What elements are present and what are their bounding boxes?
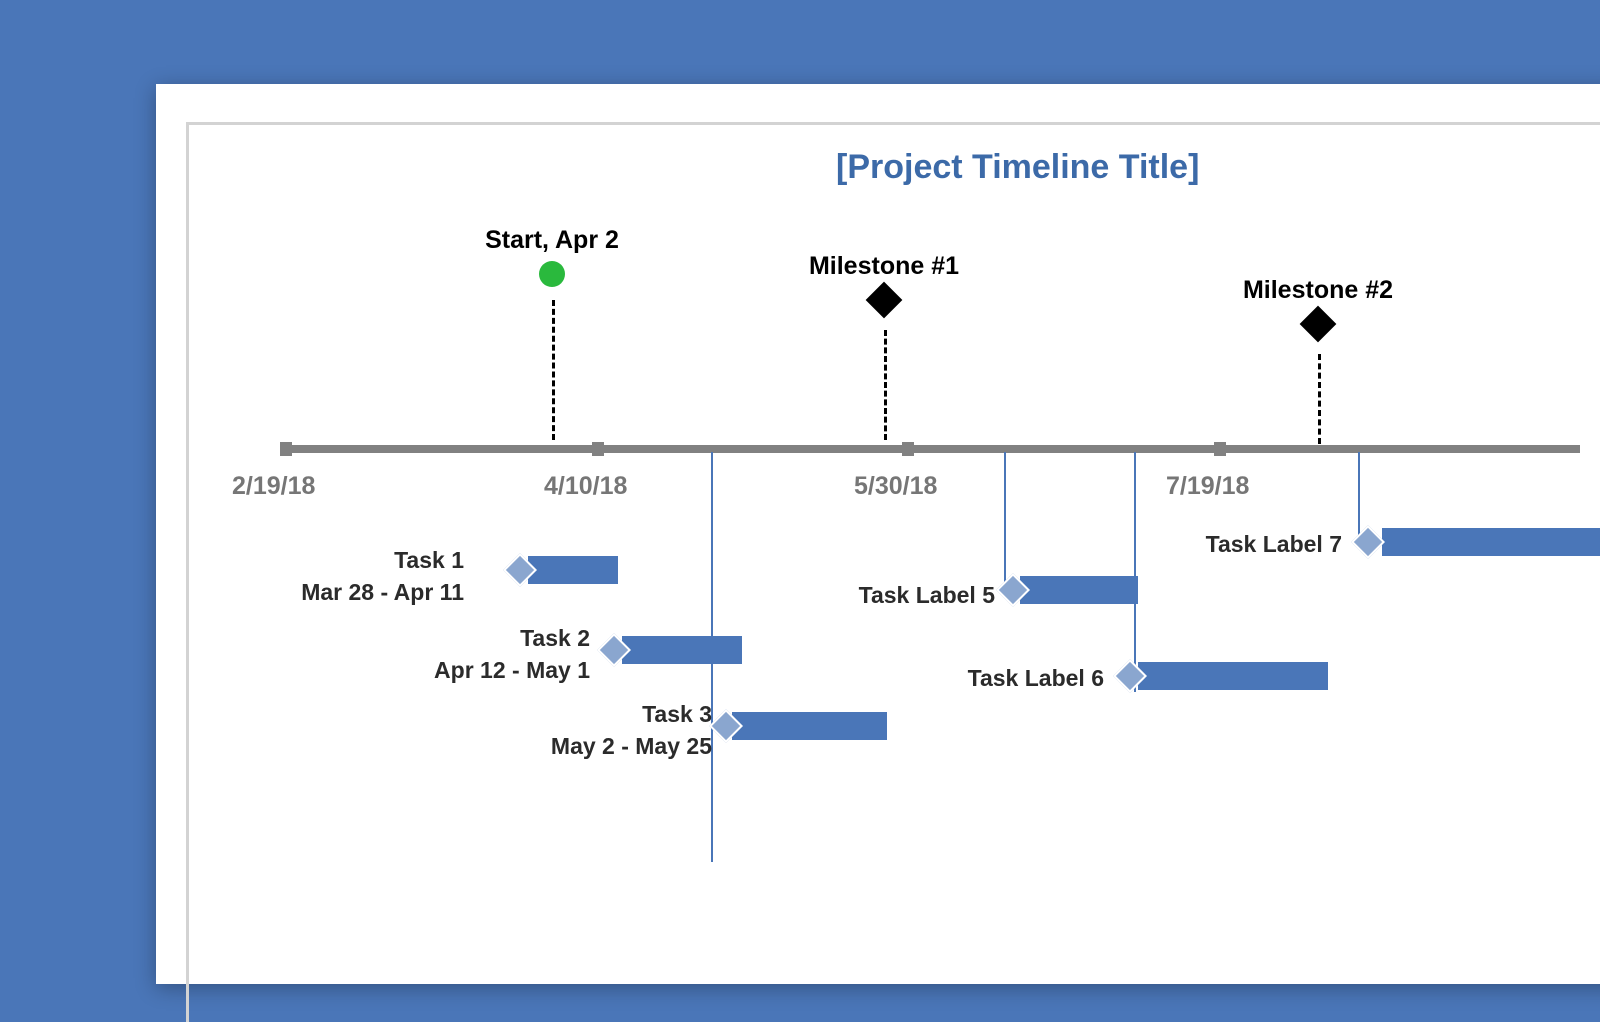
axis-tick-label: 2/19/18 (232, 472, 315, 501)
task-bar (528, 556, 618, 584)
task-bar (732, 712, 887, 740)
task-range: Mar 28 - Apr 11 (301, 576, 464, 608)
chart-area: [Project Timeline Title] 2/19/18 4/10/18 5… (156, 84, 1600, 984)
task-label: Task 2Apr 12 - May 1 (434, 622, 590, 686)
task-label: Task Label 6 (968, 662, 1104, 694)
axis-tick-label: 4/10/18 (544, 472, 627, 501)
task-name: Task 1 (301, 544, 464, 576)
chart-title: [Project Timeline Title] (836, 148, 1199, 187)
task-name: Task Label 5 (859, 579, 995, 611)
task-bar (1382, 528, 1600, 556)
milestone: Milestone #2 (1218, 276, 1418, 342)
task-connector-line (1004, 452, 1006, 592)
milestone-drop-line (552, 300, 555, 440)
task-bar (622, 636, 742, 664)
diamond-marker-icon (866, 282, 903, 319)
task-range: Apr 12 - May 1 (434, 654, 590, 686)
milestone-label: Start, Apr 2 (452, 226, 652, 255)
milestone-label: Milestone #2 (1218, 276, 1418, 305)
task-label: Task 3May 2 - May 25 (551, 698, 712, 762)
task-label: Task 1Mar 28 - Apr 11 (301, 544, 464, 608)
circle-marker-icon (539, 261, 565, 287)
task-name: Task Label 7 (1206, 528, 1342, 560)
task-start-diamond-icon (1351, 525, 1385, 559)
milestone: Start, Apr 2 (452, 226, 652, 292)
axis-tick (280, 442, 292, 456)
axis-line (280, 445, 1580, 453)
task-connector-line (1134, 452, 1136, 692)
milestone-drop-line (1318, 354, 1321, 444)
task-name: Task 3 (551, 698, 712, 730)
task-label: Task Label 5 (859, 579, 995, 611)
axis-tick-label: 5/30/18 (854, 472, 937, 501)
task-name: Task Label 6 (968, 662, 1104, 694)
task-name: Task 2 (434, 622, 590, 654)
milestone-label: Milestone #1 (784, 252, 984, 281)
diamond-marker-icon (1300, 306, 1337, 343)
axis-tick (1214, 442, 1226, 456)
task-bar (1138, 662, 1328, 690)
task-range: May 2 - May 25 (551, 730, 712, 762)
task-bar (1020, 576, 1138, 604)
axis-tick (592, 442, 604, 456)
milestone-drop-line (884, 330, 887, 440)
axis-tick (902, 442, 914, 456)
milestone: Milestone #1 (784, 252, 984, 318)
document-page: [Project Timeline Title] 2/19/18 4/10/18 5… (156, 84, 1600, 984)
task-label: Task Label 7 (1206, 528, 1342, 560)
timeline-axis (280, 442, 1580, 456)
axis-tick-label: 7/19/18 (1166, 472, 1249, 501)
